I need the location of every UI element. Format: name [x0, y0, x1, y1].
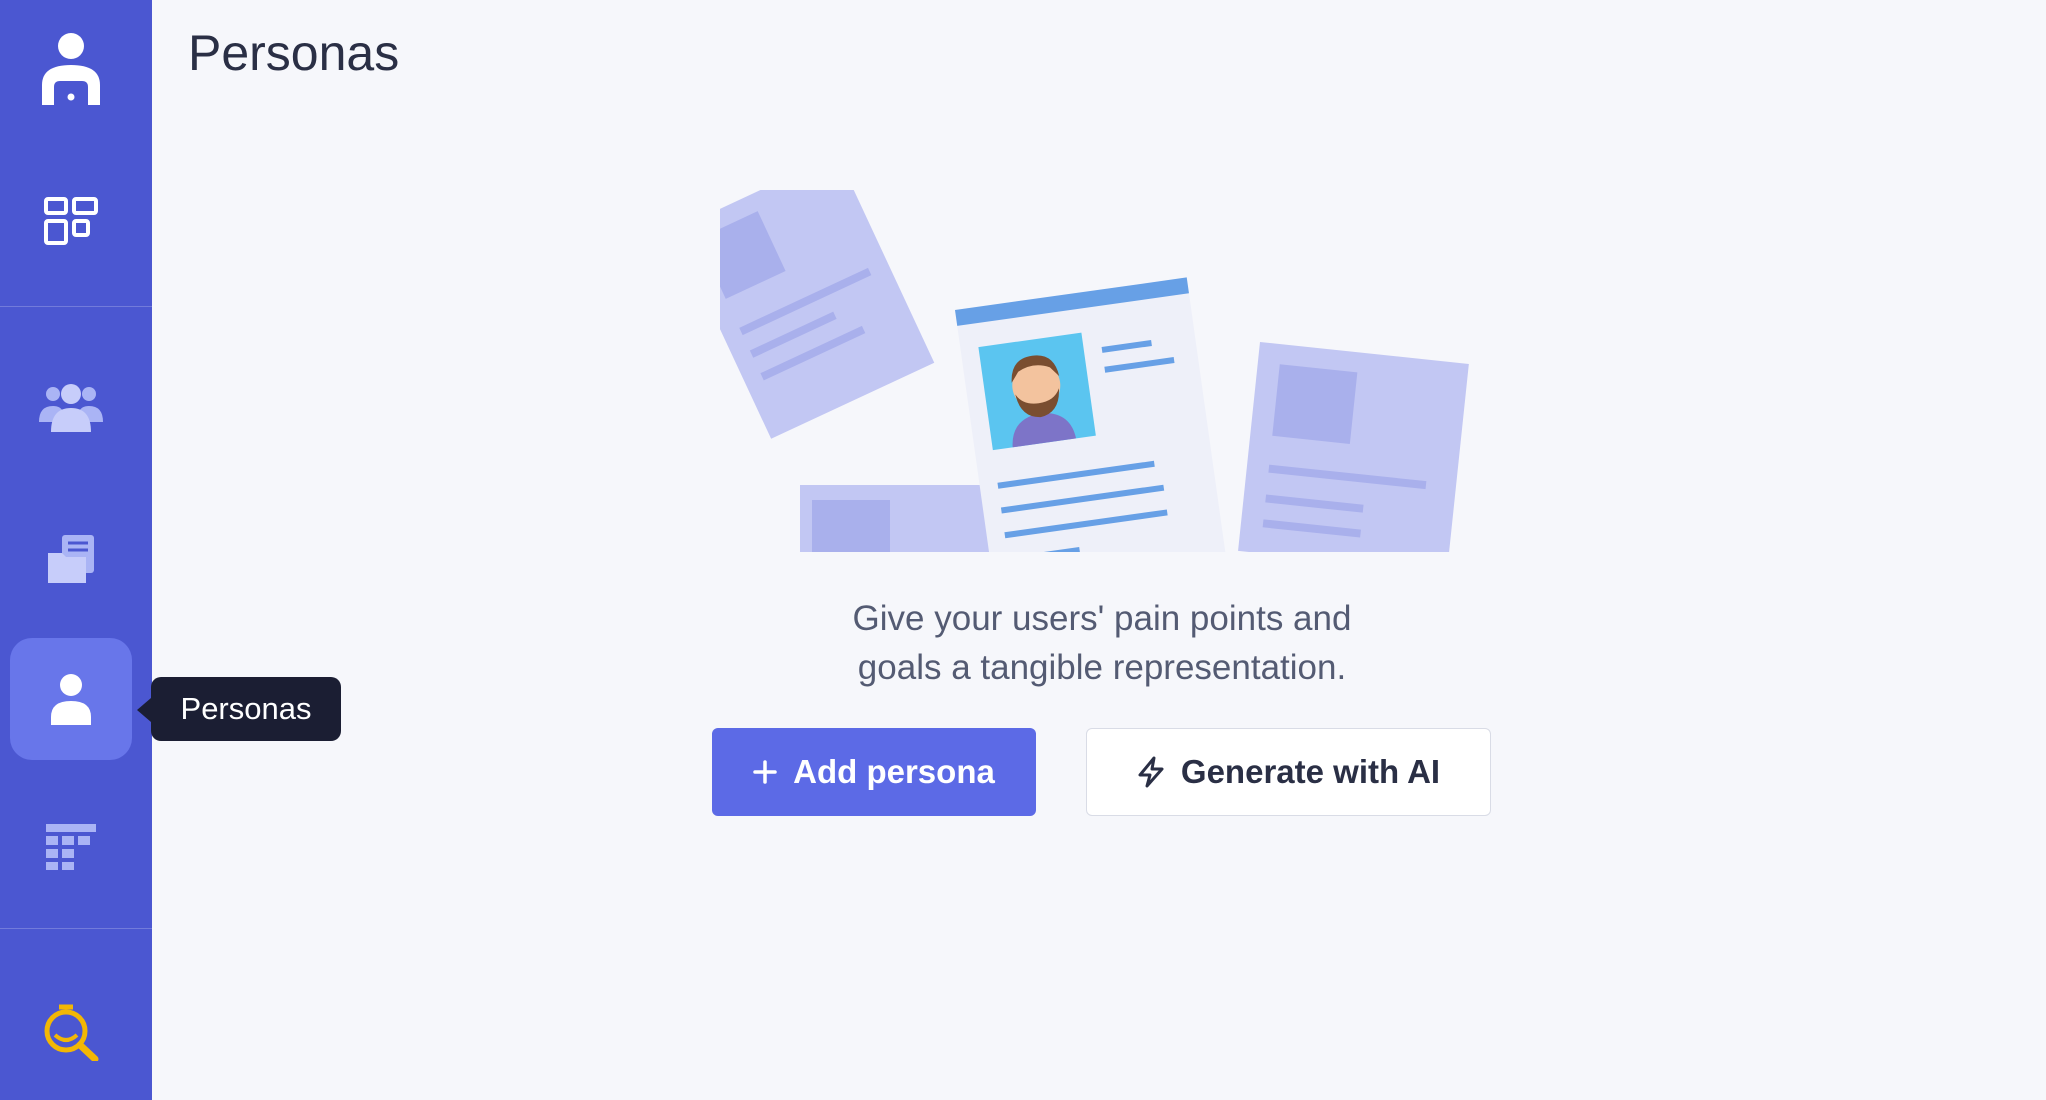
tooltip-arrow	[137, 698, 151, 722]
grid-icon	[44, 197, 98, 245]
sidebar-divider	[0, 928, 152, 929]
lightning-icon	[1137, 756, 1165, 788]
logo-button[interactable]	[10, 10, 132, 132]
sidebar-item-dashboard[interactable]	[10, 160, 132, 282]
sidebar	[0, 0, 152, 1100]
generate-with-ai-button[interactable]: Generate with AI	[1086, 728, 1491, 816]
sidebar-item-research[interactable]	[10, 970, 132, 1092]
add-persona-button[interactable]: Add persona	[712, 728, 1036, 816]
sidebar-item-teams[interactable]	[10, 347, 132, 469]
empty-state-description: Give your users' pain points and goals a…	[700, 594, 1504, 692]
person-icon	[51, 674, 91, 725]
description-line-2: goals a tangible representation.	[857, 648, 1347, 687]
sidebar-item-personas[interactable]	[10, 638, 132, 760]
personas-illustration	[720, 190, 1469, 552]
flask-search-icon	[44, 1004, 99, 1061]
sidebar-item-documents[interactable]	[10, 498, 132, 620]
plus-icon	[753, 760, 777, 784]
page-title: Personas	[188, 25, 400, 81]
table-icon	[46, 824, 96, 870]
folder-documents-icon	[48, 535, 94, 583]
add-persona-label: Add persona	[793, 753, 995, 790]
sidebar-divider	[0, 306, 152, 307]
personas-tooltip: Personas	[151, 677, 341, 741]
description-line-1: Give your users' pain points and	[852, 599, 1352, 638]
generate-with-ai-label: Generate with AI	[1180, 753, 1441, 790]
user-laptop-icon	[42, 33, 100, 105]
sidebar-item-tables[interactable]	[10, 786, 132, 908]
users-group-icon	[39, 384, 103, 432]
